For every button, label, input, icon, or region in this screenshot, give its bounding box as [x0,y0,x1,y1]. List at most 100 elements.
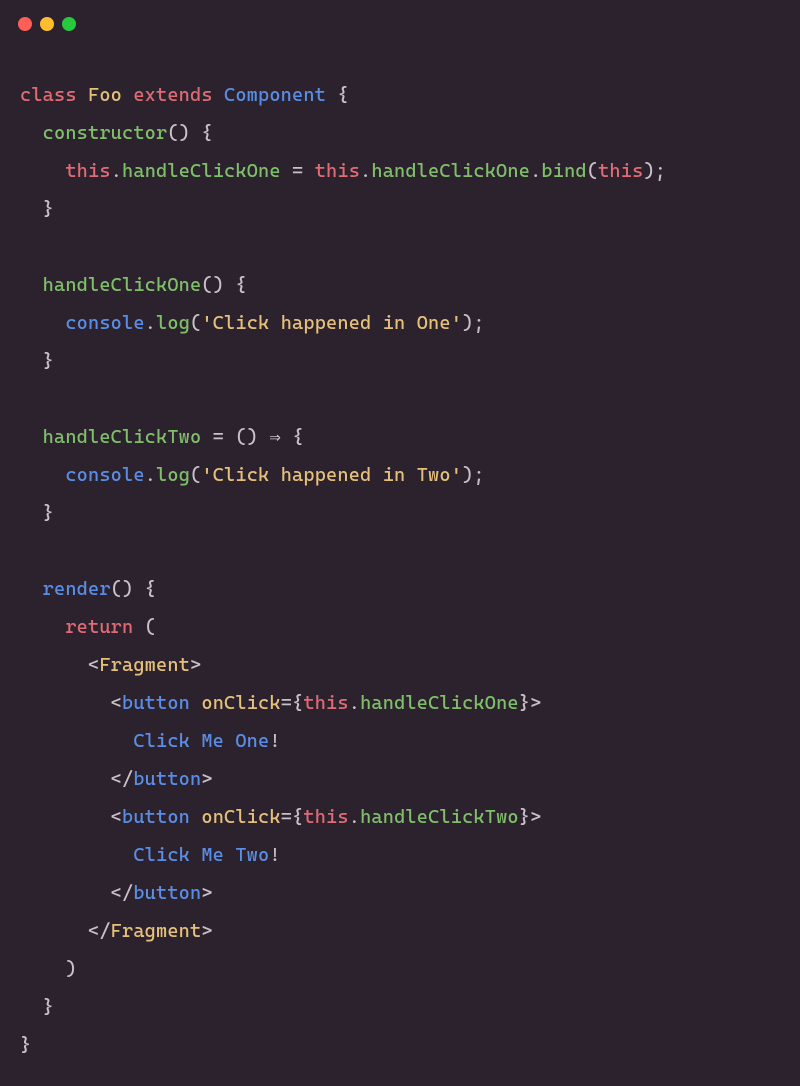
obj-console: console [65,312,144,334]
paren-open: ( [190,312,201,334]
indent [20,160,65,182]
dot: . [349,692,360,714]
titlebar [0,0,800,48]
tag-button: button [133,882,201,904]
brace-close: } [20,502,54,524]
dot: . [111,160,122,182]
code-line: console.log('Click happened in One'); [20,312,485,334]
kw-class: class [20,84,88,106]
jsx-brace-open: { [292,692,303,714]
minimize-icon[interactable] [40,17,54,31]
code-line: } [20,198,54,220]
method-render: render [43,578,111,600]
dot: . [145,464,156,486]
kw-this: this [65,160,110,182]
tag-button: button [122,692,201,714]
code-line: <Fragment> [20,654,201,676]
prop-handleclickone: handleClickOne [122,160,281,182]
brace-close: } [20,350,54,372]
paren-brace: () { [111,578,156,600]
brace-open: { [337,84,348,106]
code-line: return ( [20,616,156,638]
angle-open: < [88,654,99,676]
string-literal: 'Click happened in Two' [201,464,462,486]
obj-console: console [65,464,144,486]
tag-button: button [122,806,201,828]
dot: . [530,160,541,182]
code-line: ) [20,958,77,980]
dot: . [349,806,360,828]
code-line: console.log('Click happened in Two'); [20,464,485,486]
code-line: class Foo extends Component { [20,84,349,106]
attr-onclick: onClick [201,806,280,828]
paren-open: ( [133,616,156,638]
kw-this: this [315,160,360,182]
paren-brace: () { [167,122,212,144]
method-log: log [156,312,190,334]
code-line: render() { [20,578,156,600]
code-line: handleClickOne() { [20,274,247,296]
paren-open: ( [587,160,598,182]
indent [20,616,65,638]
close-icon[interactable] [18,17,32,31]
indent [20,578,43,600]
code-line: <button onClick={this.handleClickOne}> [20,692,541,714]
angle-open: < [111,692,122,714]
jsx-brace-open: { [292,806,303,828]
indent [20,882,111,904]
indent [20,692,111,714]
method-bind: bind [541,160,586,182]
dot: . [360,160,371,182]
indent [20,274,43,296]
equals: = [281,806,292,828]
zoom-icon[interactable] [62,17,76,31]
indent [20,768,111,790]
kw-return: return [65,616,133,638]
indent [20,426,43,448]
code-line: <button onClick={this.handleClickTwo}> [20,806,541,828]
indent [20,654,88,676]
paren-brace: () { [201,274,246,296]
brace-close: } [20,1034,31,1056]
prop-handleclickone: handleClickOne [371,160,530,182]
equals: = [281,692,292,714]
indent [20,844,133,866]
prop-handleclicktwo: handleClickTwo [360,806,519,828]
angle-close: > [530,806,541,828]
prop-handleclicktwo: handleClickTwo [43,426,202,448]
code-line: Click Me Two! [20,844,281,866]
indent [20,464,65,486]
code-line: this.handleClickOne = this.handleClickOn… [20,160,666,182]
brace-close: } [20,996,54,1018]
code-line: Click Me One! [20,730,281,752]
code-line: </button> [20,882,213,904]
indent [20,730,133,752]
equals-parens: = () [201,426,269,448]
angle-close: > [190,654,201,676]
dot: . [145,312,156,334]
exclaim: ! [269,844,280,866]
string-literal: 'Click happened in One' [201,312,462,334]
tag-button: button [133,768,201,790]
method-log: log [156,464,190,486]
attr-onclick: onClick [201,692,280,714]
code-line: </button> [20,768,213,790]
jsx-text: Click Me One [133,730,269,752]
paren-close-semi: ); [462,312,485,334]
angle-close: > [201,768,212,790]
brace-close: } [20,198,54,220]
indent [20,312,65,334]
paren-open: ( [190,464,201,486]
arrow-icon: ⇒ [269,426,281,448]
code-line: handleClickTwo = () ⇒ { [20,426,304,448]
indent [20,806,111,828]
code-line: } [20,350,54,372]
jsx-brace-close: } [519,692,530,714]
kw-extends: extends [133,84,224,106]
brace-open: { [281,426,304,448]
method-constructor: constructor [43,122,168,144]
paren-close-semi: ); [462,464,485,486]
angle-open: < [111,806,122,828]
indent [20,920,88,942]
tag-fragment: Fragment [111,920,202,942]
